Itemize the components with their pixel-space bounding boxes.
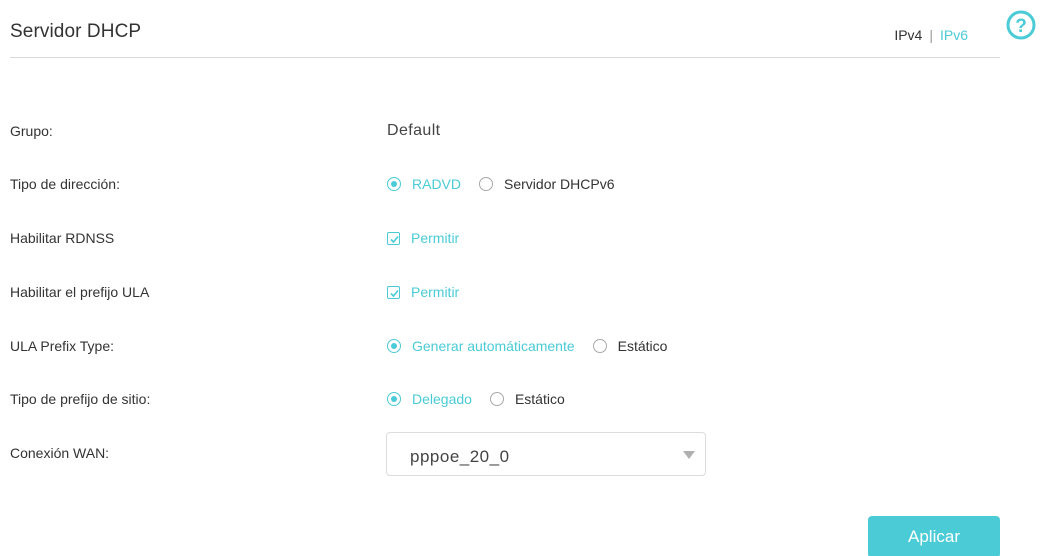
checkbox-checked-icon [387, 231, 400, 245]
ula-prefix-checkbox-label: Permitir [411, 284, 460, 300]
dhcp-server-page: Servidor DHCP IPv4 | IPv6 ? Grupo: Default… [0, 0, 1043, 556]
chevron-down-icon [683, 451, 695, 459]
radio-delegated[interactable]: Delegado [387, 391, 472, 407]
radio-unselected-icon [489, 392, 504, 406]
radio-radvd-label: RADVD [412, 176, 462, 192]
site-prefix-type-label: Tipo de prefijo de sitio: [10, 391, 151, 407]
radio-selected-icon [387, 392, 401, 406]
radio-ula-static[interactable]: Estático [592, 338, 668, 354]
tab-ipv6[interactable]: IPv6 [940, 27, 968, 43]
help-glyph: ? [1015, 16, 1027, 37]
grupo-label: Grupo: [10, 123, 53, 139]
row-tipo-direccion: Tipo de dirección: RADVD Servidor DHCPv6 [10, 169, 1000, 199]
row-ula-prefix-type: ULA Prefix Type: Generar automáticamente… [10, 331, 1000, 361]
rdnss-value: Permitir [387, 223, 459, 253]
grupo-value-wrap: Default [387, 116, 441, 146]
radio-site-static-label: Estático [514, 391, 565, 407]
rdnss-checkbox-label: Permitir [411, 230, 460, 246]
grupo-value: Default [387, 122, 441, 139]
radio-auto-generate-label: Generar automáticamente [412, 338, 575, 354]
radio-selected-icon [387, 339, 401, 353]
wan-connection-label: Conexión WAN: [10, 445, 110, 461]
radio-site-static[interactable]: Estático [489, 391, 565, 407]
radio-unselected-icon [592, 339, 607, 353]
radio-dhcpv6-server[interactable]: Servidor DHCPv6 [479, 176, 615, 192]
row-site-prefix-type: Tipo de prefijo de sitio: Delegado Estát… [10, 384, 1000, 414]
site-prefix-type-options: Delegado Estático [387, 384, 583, 414]
ula-prefix-label: Habilitar el prefijo ULA [10, 284, 150, 300]
apply-button[interactable]: Aplicar [868, 516, 1000, 556]
row-grupo: Grupo: Default [10, 116, 1000, 146]
ula-prefix-type-label: ULA Prefix Type: [10, 338, 115, 354]
ip-version-switch: IPv4 | IPv6 [894, 27, 968, 43]
row-ula-prefix: Habilitar el prefijo ULA Permitir [10, 277, 1000, 307]
ula-prefix-type-options: Generar automáticamente Estático [387, 331, 685, 361]
rdnss-checkbox[interactable]: Permitir [387, 230, 459, 246]
row-wan-connection: Conexión WAN: pppoe_20_0 [10, 432, 1000, 476]
radio-unselected-icon [479, 177, 494, 191]
rdnss-label: Habilitar RDNSS [10, 230, 115, 246]
wan-connection-select[interactable]: pppoe_20_0 [386, 432, 706, 476]
ula-prefix-checkbox[interactable]: Permitir [387, 284, 459, 300]
wan-connection-value: pppoe_20_0 [410, 447, 510, 466]
tipo-direccion-label: Tipo de dirección: [10, 176, 120, 192]
row-rdnss: Habilitar RDNSS Permitir [10, 223, 1000, 253]
tipo-direccion-options: RADVD Servidor DHCPv6 [387, 169, 633, 199]
header-divider [10, 57, 1000, 58]
radio-radvd[interactable]: RADVD [387, 176, 461, 192]
help-circle-icon[interactable]: ? [1005, 9, 1037, 41]
checkbox-checked-icon [387, 285, 400, 299]
radio-dhcpv6-server-label: Servidor DHCPv6 [504, 176, 615, 192]
radio-auto-generate[interactable]: Generar automáticamente [387, 338, 575, 354]
radio-delegated-label: Delegado [412, 391, 472, 407]
tab-ipv4[interactable]: IPv4 [894, 27, 922, 43]
ula-prefix-value: Permitir [387, 277, 459, 307]
radio-ula-static-label: Estático [617, 338, 668, 354]
tab-separator: | [929, 27, 933, 43]
page-title: Servidor DHCP [10, 21, 142, 42]
radio-selected-icon [387, 177, 401, 191]
